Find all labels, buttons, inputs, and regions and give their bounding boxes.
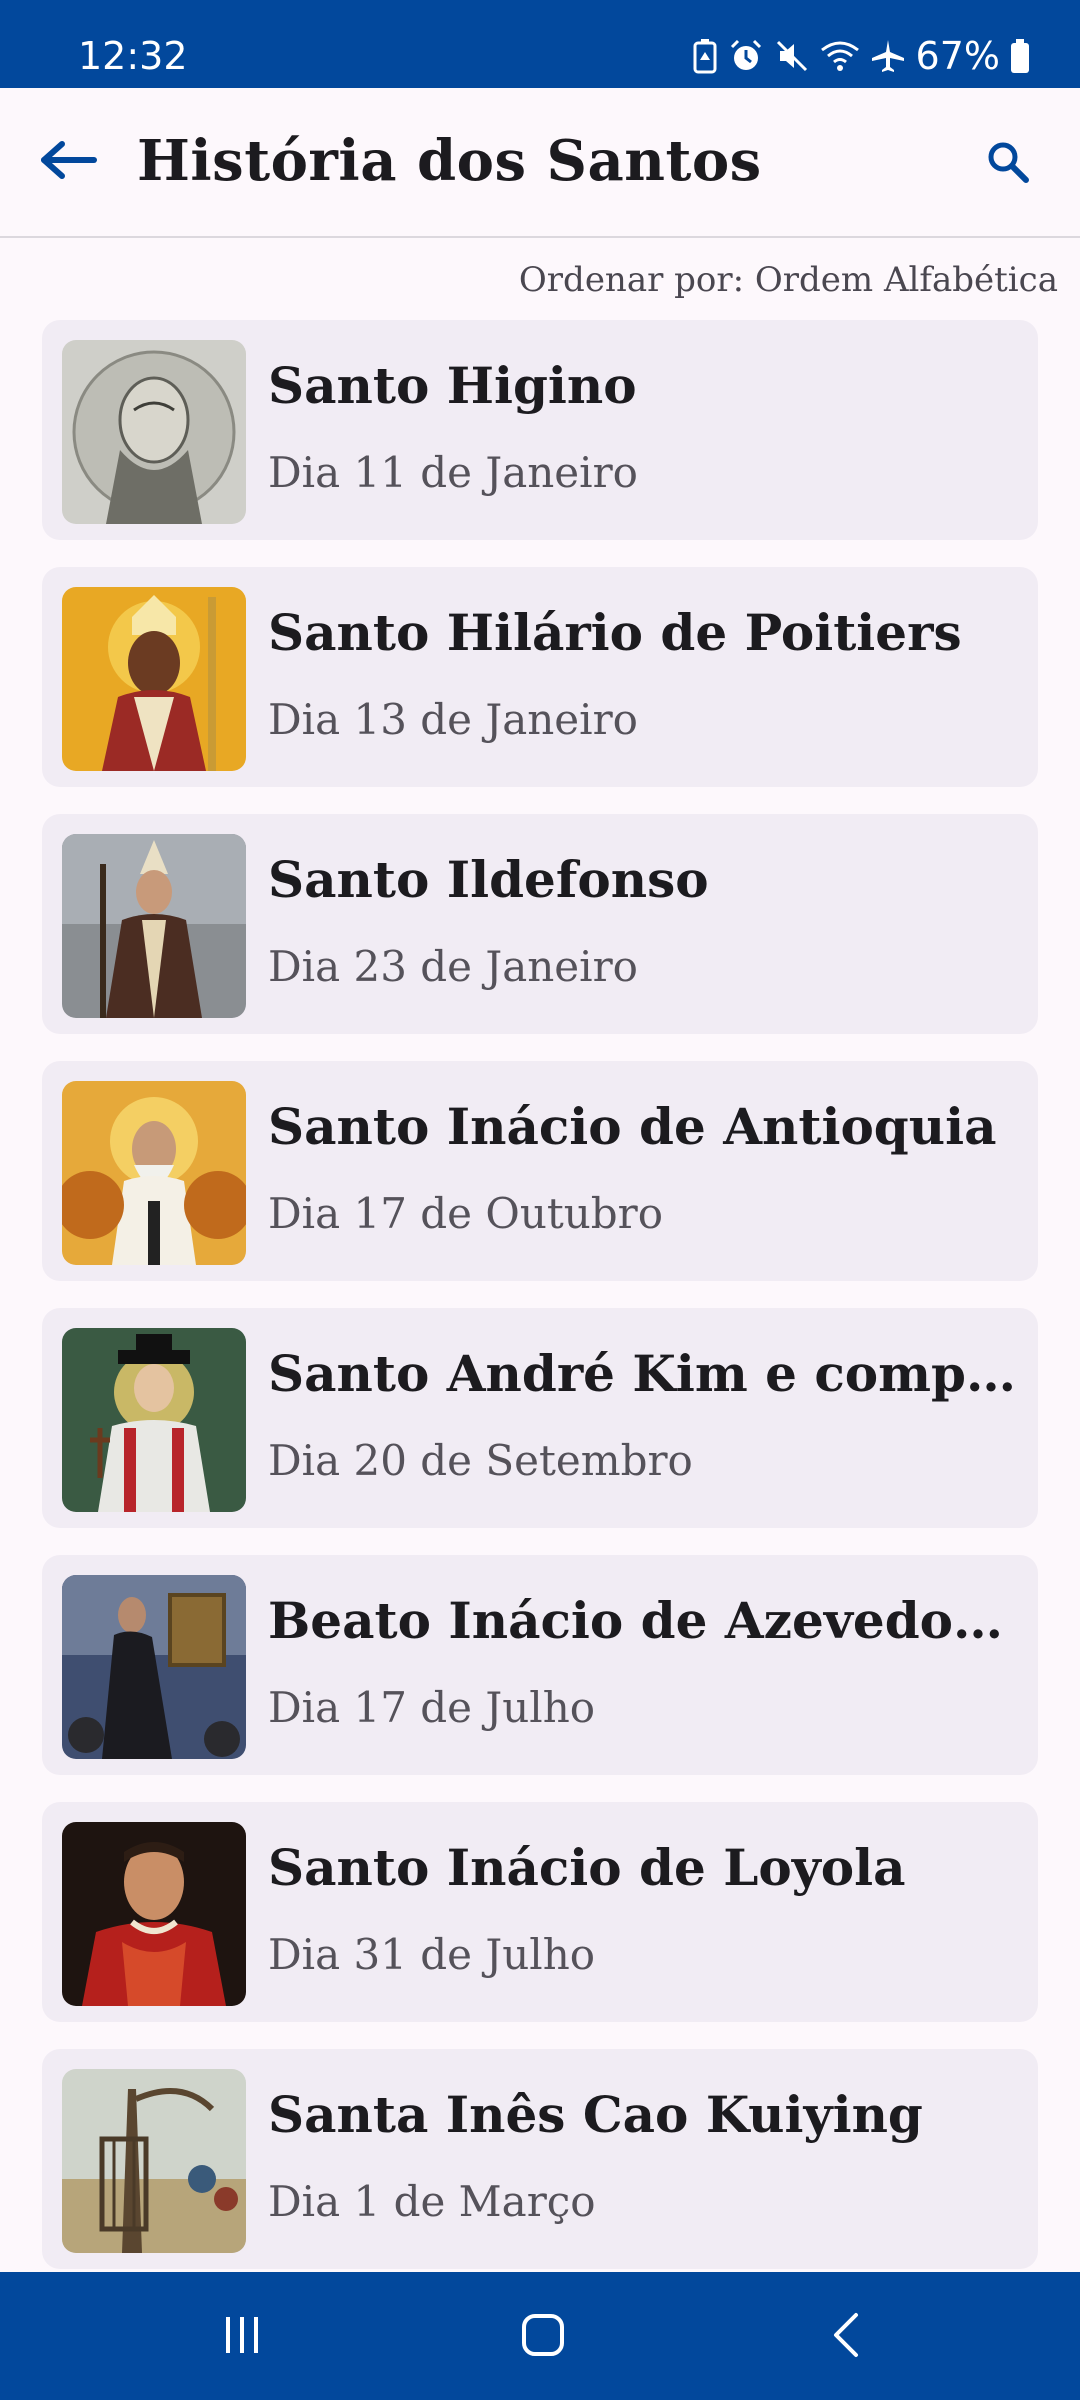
saint-portrait	[62, 587, 246, 771]
saint-portrait	[62, 1328, 246, 1512]
saint-card[interactable]: Santo Inácio de Antioquia Dia 17 de Outu…	[42, 1061, 1038, 1281]
saint-date: Dia 23 de Janeiro	[268, 942, 638, 991]
saint-name: Santo Higino	[268, 356, 637, 415]
saint-date: Dia 1 de Março	[268, 2177, 596, 2226]
saint-date: Dia 11 de Janeiro	[268, 448, 638, 497]
saint-portrait	[62, 340, 246, 524]
saint-card[interactable]: Santo Inácio de Loyola Dia 31 de Julho	[42, 1802, 1038, 2022]
saint-card[interactable]: Santa Inês Cao Kuiying Dia 1 de Março	[42, 2049, 1038, 2269]
saint-card[interactable]: Beato Inácio de Azevedo e Co... Dia 17 d…	[42, 1555, 1038, 1775]
saint-name: Santo Ildefonso	[268, 850, 709, 909]
saint-name: Beato Inácio de Azevedo e Co...	[268, 1591, 1018, 1650]
battery-saver-icon	[692, 38, 718, 74]
home-icon	[520, 2312, 566, 2362]
saint-portrait	[62, 1575, 246, 1759]
search-button[interactable]	[976, 132, 1040, 196]
saint-name: Santo Inácio de Antioquia	[268, 1097, 997, 1156]
alarm-icon	[728, 38, 764, 74]
saint-date: Dia 13 de Janeiro	[268, 695, 638, 744]
status-time: 12:32	[78, 34, 188, 78]
saint-name: Santo Inácio de Loyola	[268, 1838, 906, 1897]
wifi-icon	[820, 38, 860, 74]
saint-portrait	[62, 1081, 246, 1265]
saint-card[interactable]: Santo Hilário de Poitiers Dia 13 de Jane…	[42, 567, 1038, 787]
battery-icon	[1010, 38, 1030, 74]
status-bar: 12:32 67%	[0, 0, 1080, 88]
saint-date: Dia 17 de Julho	[268, 1683, 596, 1732]
recent-apps-button[interactable]	[202, 2302, 282, 2372]
recent-apps-icon	[220, 2313, 264, 2361]
saint-date: Dia 17 de Outubro	[268, 1189, 664, 1238]
page-title: História dos Santos	[137, 128, 762, 194]
battery-percent: 67%	[915, 34, 1000, 78]
back-button[interactable]	[34, 132, 104, 192]
home-button[interactable]	[503, 2302, 583, 2372]
sort-selector[interactable]: Ordenar por: Ordem Alfabética	[519, 258, 1058, 302]
saint-name: Santa Inês Cao Kuiying	[268, 2085, 923, 2144]
saint-date: Dia 31 de Julho	[268, 1930, 596, 1979]
saint-portrait	[62, 1822, 246, 2006]
saint-portrait	[62, 2069, 246, 2253]
back-icon	[826, 2311, 866, 2363]
system-nav-bar	[0, 2272, 1080, 2400]
back-nav-button[interactable]	[806, 2302, 886, 2372]
saint-card[interactable]: Santo Higino Dia 11 de Janeiro	[42, 320, 1038, 540]
saint-card[interactable]: Santo André Kim e companh... Dia 20 de S…	[42, 1308, 1038, 1528]
saint-portrait	[62, 834, 246, 1018]
mute-icon	[774, 38, 810, 74]
saint-date: Dia 20 de Setembro	[268, 1436, 693, 1485]
app-bar: História dos Santos	[0, 88, 1080, 238]
saint-name: Santo Hilário de Poitiers	[268, 603, 962, 662]
search-icon	[986, 140, 1030, 188]
arrow-left-icon	[40, 140, 98, 184]
saint-name: Santo André Kim e companh...	[268, 1344, 1018, 1403]
status-icons: 67%	[692, 30, 1030, 82]
saint-card[interactable]: Santo Ildefonso Dia 23 de Janeiro	[42, 814, 1038, 1034]
airplane-icon	[870, 38, 906, 74]
